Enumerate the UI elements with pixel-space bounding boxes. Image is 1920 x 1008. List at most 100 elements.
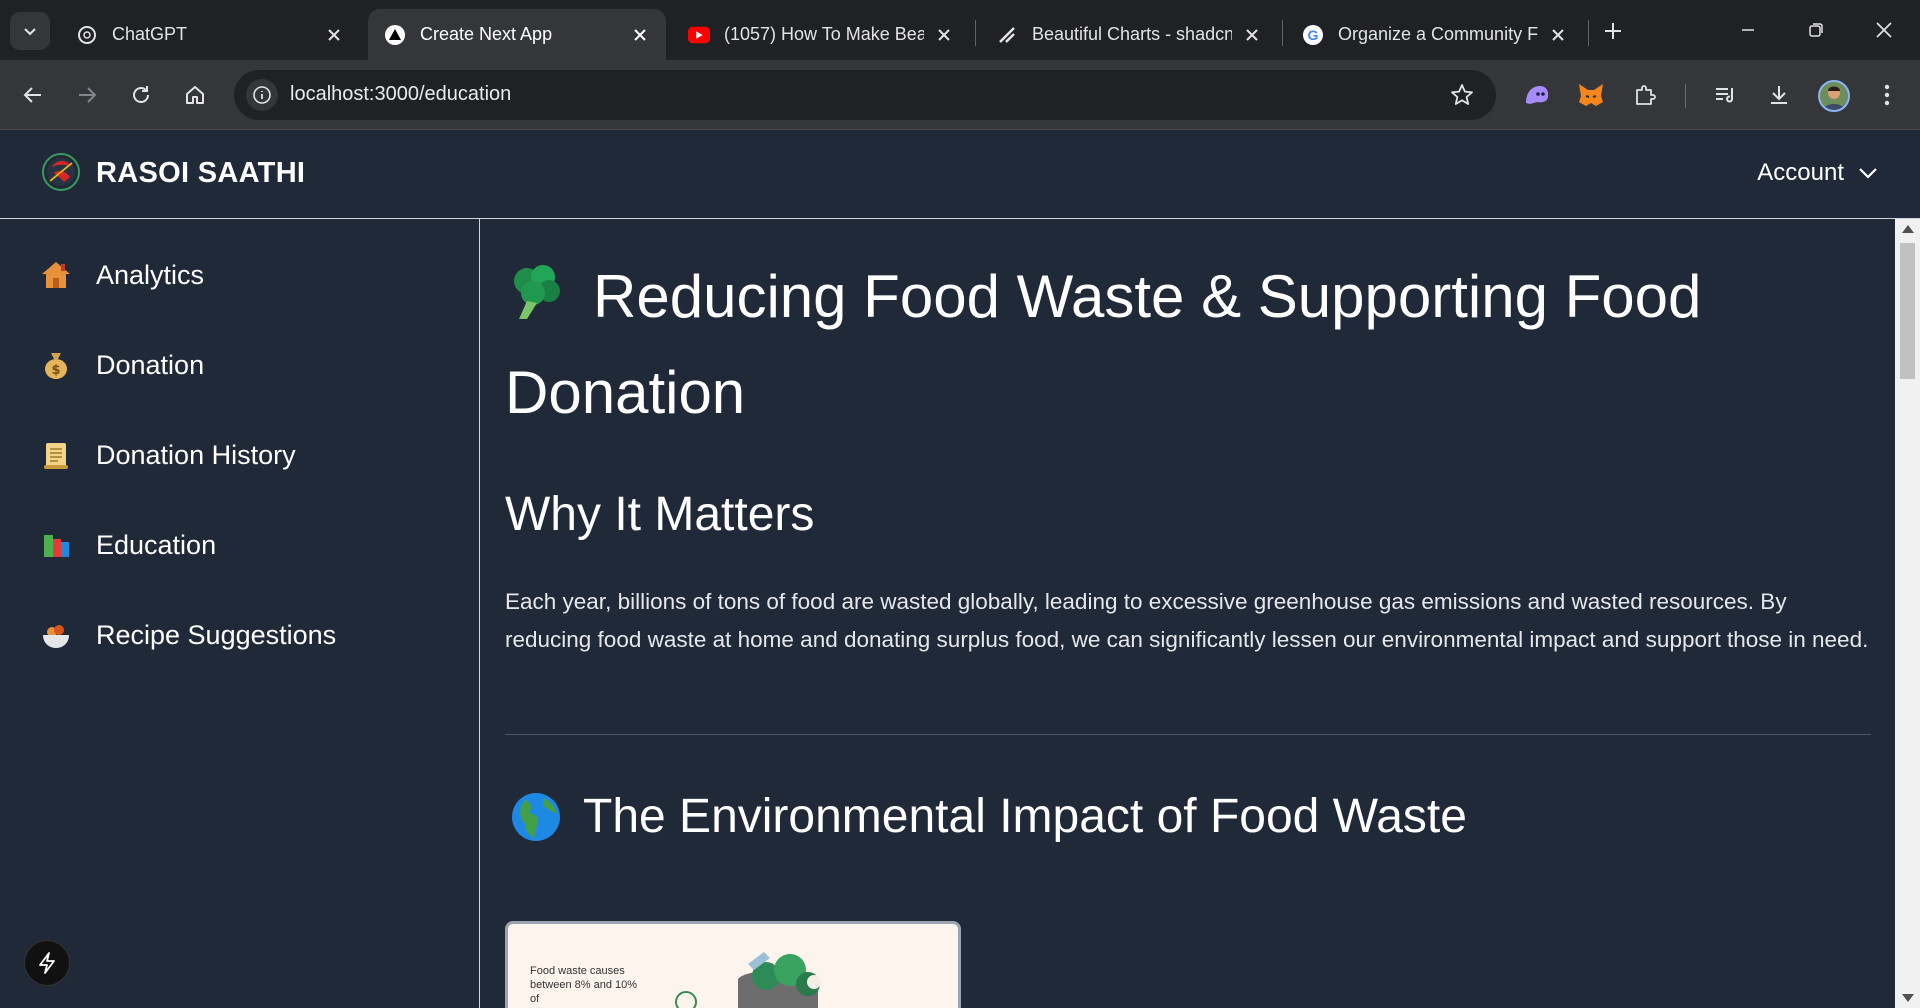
new-tab-button[interactable]: [1598, 16, 1628, 46]
scroll-icon: [38, 437, 74, 473]
scrollbar-thumb[interactable]: [1900, 243, 1915, 379]
address-bar[interactable]: localhost:3000/education: [234, 70, 1496, 120]
reload-button[interactable]: [124, 78, 158, 112]
house-icon: [38, 257, 74, 293]
page-title: Reducing Food Waste & Supporting Food Do…: [505, 249, 1885, 441]
download-icon: [1771, 86, 1787, 104]
metamask-extension-button[interactable]: [1574, 78, 1608, 112]
tab-separator: [975, 20, 976, 46]
page-scrollbar[interactable]: [1895, 219, 1920, 1008]
svg-text:$: $: [52, 363, 61, 378]
downloads-button[interactable]: [1762, 78, 1796, 112]
profile-avatar[interactable]: [1818, 80, 1850, 112]
forward-button[interactable]: [70, 78, 104, 112]
ghost-extension-button[interactable]: [1520, 78, 1554, 112]
section-heading-environmental-impact: The Environmental Impact of Food Waste: [511, 789, 1467, 844]
sidebar: Analytics $ Donation Donation History Ed…: [0, 219, 480, 1008]
tab-search-button[interactable]: [10, 12, 50, 50]
browser-toolbar: localhost:3000/education: [0, 60, 1920, 130]
food-waste-infographic: Food waste causes between 8% and 10% of: [505, 921, 961, 1008]
scroll-down-arrow-icon[interactable]: [1902, 994, 1914, 1002]
home-button[interactable]: [178, 78, 212, 112]
money-bag-icon: $: [38, 347, 74, 383]
site-info-button[interactable]: [246, 79, 278, 111]
close-icon[interactable]: [934, 25, 954, 45]
browser-menu-button[interactable]: [1870, 78, 1904, 112]
section-heading-text: The Environmental Impact of Food Waste: [583, 790, 1467, 843]
close-icon[interactable]: [630, 25, 650, 45]
page-title-text: Reducing Food Waste & Supporting Food Do…: [505, 263, 1702, 426]
tab-chatgpt[interactable]: ChatGPT: [60, 9, 360, 60]
sidebar-item-analytics[interactable]: Analytics: [38, 250, 458, 300]
section-heading-why-it-matters: Why It Matters: [505, 488, 815, 541]
chevron-down-icon: [1859, 168, 1877, 179]
dev-tools-button[interactable]: [24, 940, 70, 986]
plus-icon: [1605, 23, 1621, 39]
globe-americas-icon: [512, 792, 560, 841]
url-text[interactable]: localhost:3000/education: [290, 83, 511, 106]
reading-list-button[interactable]: [1708, 78, 1742, 112]
bookmark-star-icon[interactable]: [1450, 83, 1474, 107]
bowl-icon: [38, 617, 74, 653]
sidebar-item-education[interactable]: Education: [38, 520, 458, 570]
sidebar-item-donation-history[interactable]: Donation History: [38, 430, 458, 480]
brand-name[interactable]: RASOI SAATHI: [96, 157, 305, 190]
close-icon[interactable]: [1242, 25, 1262, 45]
lightning-bolt-icon: [39, 952, 55, 974]
nextjs-icon: [384, 24, 406, 46]
tab-create-next-app[interactable]: Create Next App: [368, 9, 666, 60]
section-divider: [505, 734, 1871, 735]
arrow-right-icon: [79, 87, 97, 103]
rasoi-saathi-logo-icon[interactable]: [40, 151, 82, 193]
svg-text:G: G: [1308, 27, 1319, 43]
minimize-button[interactable]: [1728, 10, 1768, 50]
tab-youtube[interactable]: (1057) How To Make Bea: [672, 9, 970, 60]
tab-title: ChatGPT: [112, 24, 188, 44]
google-icon: G: [1302, 24, 1324, 46]
close-icon[interactable]: [324, 25, 344, 45]
tab-title: Create Next App: [420, 24, 553, 44]
fox-icon: [1579, 84, 1603, 106]
tab-title: Organize a Community F: [1338, 24, 1538, 44]
sidebar-item-donation[interactable]: $ Donation: [38, 340, 458, 390]
browser-tab-strip: ChatGPT Create Next App (1057) How To Ma…: [0, 0, 1920, 60]
arrow-left-icon: [23, 87, 41, 103]
shadcn-icon: [996, 24, 1018, 46]
books-icon: [38, 527, 74, 563]
sidebar-item-label: Recipe Suggestions: [96, 619, 337, 650]
restore-icon: [1809, 23, 1823, 37]
account-label: Account: [1757, 159, 1844, 186]
tab-google[interactable]: G Organize a Community F: [1286, 9, 1584, 60]
chatgpt-icon: [76, 24, 98, 46]
why-it-matters-text: Each year, billions of tons of food are …: [505, 589, 1869, 652]
sidebar-item-recipe-suggestions[interactable]: Recipe Suggestions: [38, 610, 458, 660]
playlist-icon: [1716, 88, 1734, 103]
youtube-icon: [688, 24, 710, 46]
sidebar-item-label: Analytics: [96, 259, 205, 290]
kebab-menu-icon: [1884, 84, 1890, 106]
tab-title: Beautiful Charts - shadcn: [1032, 24, 1232, 44]
scroll-up-arrow-icon[interactable]: [1902, 225, 1914, 233]
reload-icon: [133, 86, 149, 103]
sidebar-item-label: Donation: [96, 349, 205, 380]
window-close-button[interactable]: [1864, 10, 1904, 50]
restore-button[interactable]: [1796, 10, 1836, 50]
main-content: Reducing Food Waste & Supporting Food Do…: [481, 219, 1895, 1008]
tab-shadcn[interactable]: Beautiful Charts - shadcn: [980, 9, 1278, 60]
tab-title: (1057) How To Make Bea: [724, 24, 924, 44]
sidebar-item-label: Donation History: [96, 439, 296, 470]
app-header: RASOI SAATHI Account: [0, 131, 1920, 219]
info-icon: [253, 86, 271, 104]
waste-bin-illustration-icon: [675, 952, 821, 1008]
home-icon: [186, 86, 204, 104]
back-button[interactable]: [16, 78, 50, 112]
tab-separator: [1588, 20, 1589, 46]
ghost-icon: [1526, 86, 1549, 104]
avatar-icon: [1820, 82, 1848, 110]
tab-separator: [1282, 20, 1283, 46]
account-menu-button[interactable]: Account: [1757, 159, 1878, 187]
extensions-button[interactable]: [1628, 78, 1662, 112]
toolbar-separator: [1685, 84, 1686, 108]
close-icon[interactable]: [1548, 25, 1568, 45]
broccoli-icon: [514, 265, 560, 319]
